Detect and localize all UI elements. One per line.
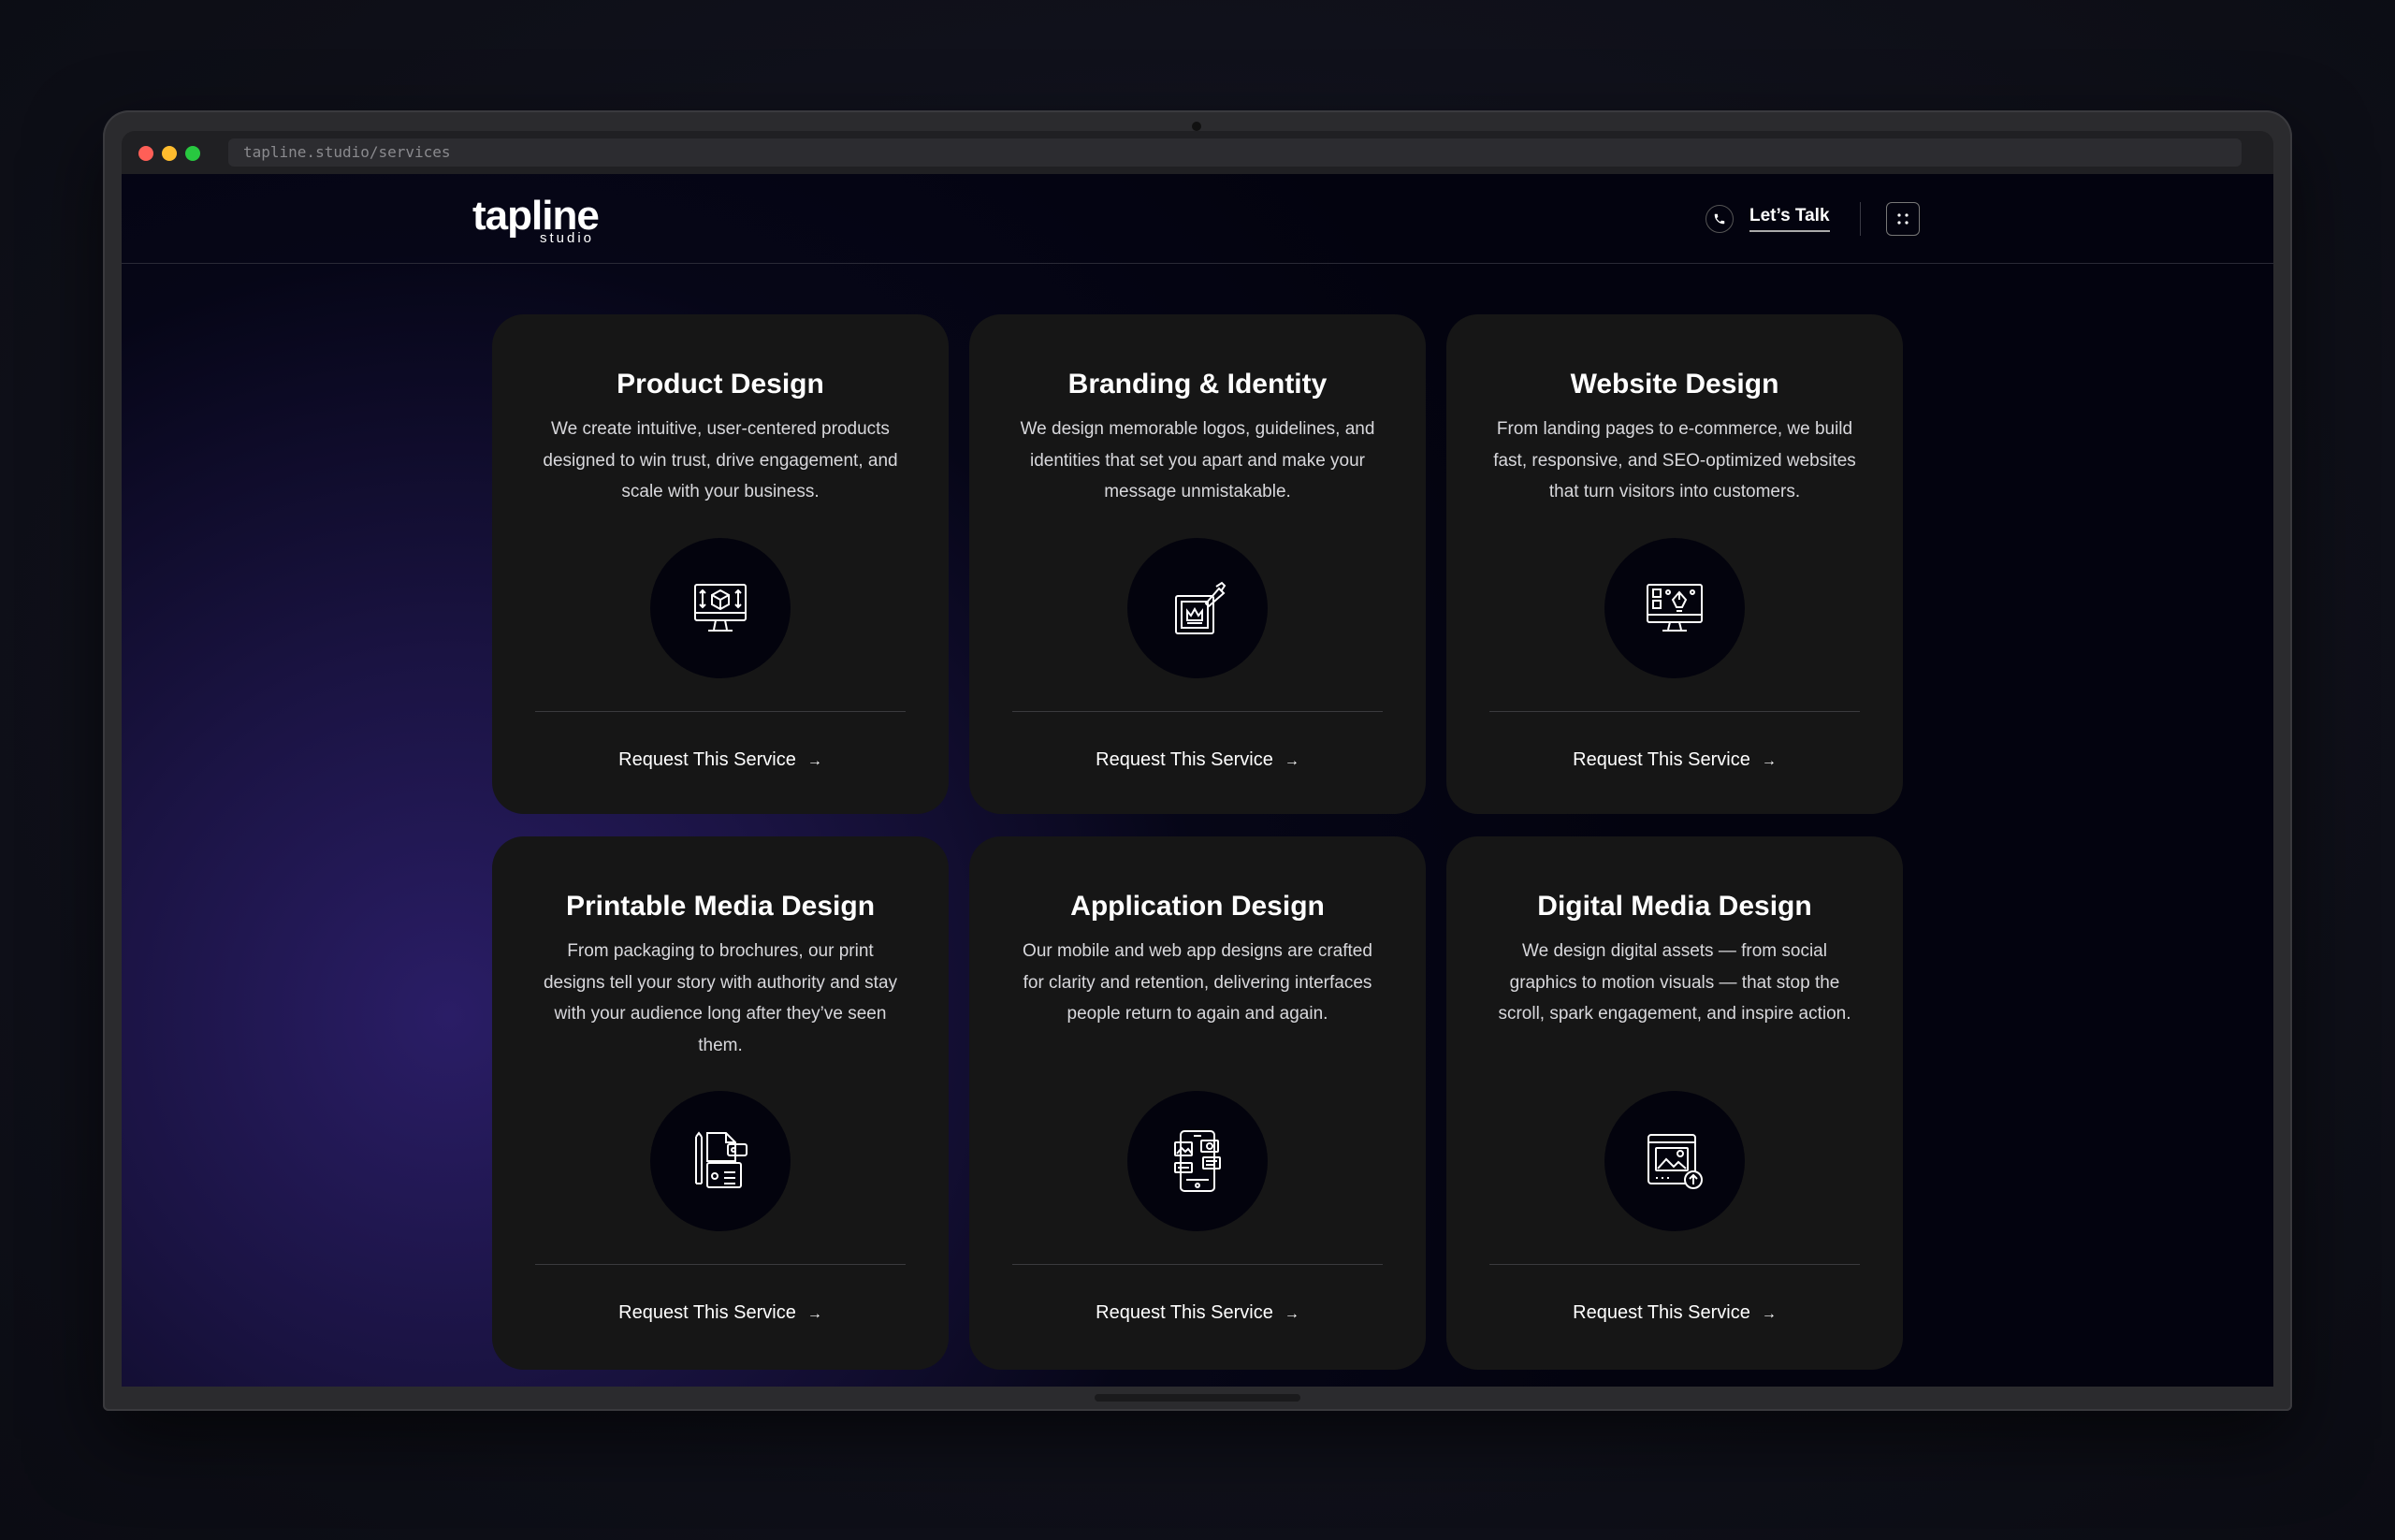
laptop-frame: tapline.studio/services tapline studio L…	[103, 110, 2292, 1411]
service-card-application-design: Application Design Our mobile and web ap…	[969, 836, 1426, 1370]
mobile-app-icon	[1127, 1091, 1268, 1231]
card-divider	[535, 711, 906, 712]
arrow-right-icon: →	[1761, 753, 1777, 769]
service-card-digital-media: Digital Media Design We design digital a…	[1446, 836, 1903, 1370]
cta-label: Request This Service	[1573, 1302, 1750, 1323]
digital-image-upload-icon	[1604, 1091, 1745, 1231]
card-description: We design digital assets — from social g…	[1498, 941, 1851, 1024]
cta-label: Request This Service	[618, 1302, 796, 1323]
request-service-button[interactable]: Request This Service →	[1446, 749, 1903, 771]
card-title: Website Design	[1570, 369, 1779, 400]
card-title: Product Design	[617, 369, 824, 400]
cta-label: Request This Service	[1573, 749, 1750, 770]
request-service-button[interactable]: Request This Service →	[969, 749, 1426, 771]
crown-pen-frame-icon	[1127, 538, 1268, 678]
request-service-button[interactable]: Request This Service →	[969, 1302, 1426, 1324]
card-divider	[1012, 711, 1383, 712]
cta-label: Request This Service	[618, 749, 796, 770]
camera	[1192, 122, 1201, 131]
monitor-pen-tool-icon	[1604, 538, 1745, 678]
arrow-right-icon: →	[1284, 753, 1299, 769]
card-description: From landing pages to e-commerce, we bui…	[1493, 419, 1856, 501]
service-card-branding-identity: Branding & Identity We design memorable …	[969, 314, 1426, 814]
card-divider	[1489, 711, 1860, 712]
arrow-right-icon: →	[806, 753, 822, 769]
service-card-product-design: Product Design We create intuitive, user…	[492, 314, 949, 814]
phone-icon[interactable]	[1706, 205, 1734, 233]
lets-talk-link[interactable]: Let’s Talk	[1749, 206, 1830, 232]
card-divider	[1012, 1264, 1383, 1265]
card-title: Application Design	[1070, 891, 1325, 922]
card-description: We create intuitive, user-centered produ…	[543, 419, 898, 501]
arrow-right-icon: →	[1761, 1306, 1777, 1322]
laptop-notch	[1095, 1394, 1300, 1402]
site-header: tapline studio Let’s Talk	[122, 174, 2273, 264]
page-viewport: tapline studio Let’s Talk Product Design…	[122, 174, 2273, 1387]
card-title: Digital Media Design	[1537, 891, 1812, 922]
tapline-logo[interactable]: tapline studio	[472, 193, 613, 246]
print-media-icon	[650, 1091, 791, 1231]
cta-label: Request This Service	[1096, 749, 1273, 770]
arrow-right-icon: →	[806, 1306, 822, 1322]
cta-label: Request This Service	[1096, 1302, 1273, 1323]
card-title: Branding & Identity	[1067, 369, 1328, 400]
request-service-button[interactable]: Request This Service →	[492, 749, 949, 771]
card-divider	[535, 1264, 906, 1265]
close-window-button[interactable]	[138, 146, 153, 161]
card-description: We design memorable logos, guidelines, a…	[1020, 419, 1375, 501]
card-description: Our mobile and web app designs are craft…	[1023, 941, 1372, 1024]
maximize-window-button[interactable]	[185, 146, 200, 161]
card-divider	[1489, 1264, 1860, 1265]
card-description: From packaging to brochures, our print d…	[543, 941, 898, 1055]
monitor-3d-box-icon	[650, 538, 791, 678]
menu-grid-icon[interactable]	[1886, 202, 1920, 236]
header-divider	[1860, 202, 1861, 236]
address-bar[interactable]: tapline.studio/services	[228, 138, 2242, 167]
minimize-window-button[interactable]	[162, 146, 177, 161]
service-card-printable-media: Printable Media Design From packaging to…	[492, 836, 949, 1370]
browser-chrome: tapline.studio/services	[122, 131, 2273, 174]
service-card-website-design: Website Design From landing pages to e-c…	[1446, 314, 1903, 814]
arrow-right-icon: →	[1284, 1306, 1299, 1322]
request-service-button[interactable]: Request This Service →	[492, 1302, 949, 1324]
card-title: Printable Media Design	[565, 891, 876, 922]
logo-subtitle: studio	[540, 230, 595, 246]
request-service-button[interactable]: Request This Service →	[1446, 1302, 1903, 1324]
